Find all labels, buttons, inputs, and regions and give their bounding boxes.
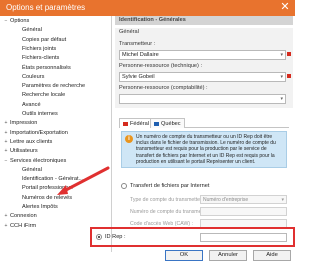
tree-item-label: Avancé: [22, 101, 41, 108]
ressource-tech-value: Sylvie Gobeil: [122, 74, 155, 80]
transfert-label: Transfert de fichiers par Internet: [130, 183, 210, 189]
tab-quebec-label: Québec: [161, 121, 181, 127]
radio-id-rep[interactable]: [96, 234, 102, 240]
expand-icon[interactable]: +: [3, 147, 9, 155]
radio-transfert[interactable]: [121, 183, 127, 189]
tree-item-label: Paramètres de recherche: [22, 83, 86, 90]
options-tree: − Options Général Copies par défaut Fichiers…: [2, 16, 112, 252]
tree-item-label: Alertes Impôts: [22, 204, 58, 210]
chevron-down-icon: ▾: [280, 96, 283, 102]
expand-icon[interactable]: +: [3, 119, 9, 127]
info-icon: i: [125, 135, 133, 143]
collapse-icon[interactable]: −: [3, 157, 9, 165]
tree-item-label: Lettre aux clients: [10, 138, 53, 145]
numero-compte-input[interactable]: [200, 207, 287, 216]
collapse-icon[interactable]: −: [3, 17, 9, 25]
tree-item-label: Outils internes: [22, 111, 58, 117]
title-bar: Options et paramètres ✕: [0, 0, 295, 16]
ressource-tech-label: Personne-ressource (technique) :: [119, 63, 203, 69]
jurisdiction-tabs: Fédéral Québec: [119, 118, 289, 128]
tree-item-label: Importation/Exportation: [10, 129, 68, 136]
ok-button[interactable]: OK: [165, 250, 203, 261]
section-general-label: Général: [119, 29, 139, 35]
chevron-down-icon: ▾: [281, 197, 284, 203]
tree-item-label: Général: [22, 166, 42, 173]
tree-item-label: Portail professionnel: [22, 185, 73, 192]
transmetteur-label: Transmetteur :: [119, 41, 156, 47]
tree-item-label: Connexion: [10, 213, 37, 220]
ressource-compta-label: Personne-ressource (comptabilité) :: [119, 85, 208, 91]
tree-item-label: Impression: [10, 120, 38, 127]
tree-item-label: Couleurs: [22, 73, 45, 80]
window-title: Options et paramètres: [6, 3, 86, 12]
id-rep-label: ID Rep :: [105, 234, 126, 240]
panel-title: Identification - Générales: [119, 17, 186, 23]
tree-item-label: CCH iFirm: [10, 222, 37, 229]
type-compte-select[interactable]: Numéro d'entreprise ▾: [200, 195, 287, 204]
chevron-down-icon: ▾: [280, 52, 283, 58]
id-rep-input[interactable]: [200, 233, 287, 242]
type-compte-value: Numéro d'entreprise: [203, 197, 249, 203]
tree-item-label: Copies par défaut: [22, 36, 67, 43]
chevron-down-icon: ▾: [280, 74, 283, 80]
tree-item-label: Services électroniques: [10, 157, 67, 164]
expand-icon[interactable]: +: [3, 138, 9, 146]
ressource-compta-select[interactable]: ▾: [119, 94, 286, 104]
required-flag-icon: [287, 74, 291, 78]
tree-item-label: Général: [22, 27, 42, 34]
required-flag-icon: [287, 52, 291, 56]
tree-divider: [111, 16, 112, 252]
info-box: i Un numéro de compte du transmetteur ou…: [121, 131, 287, 168]
expand-icon[interactable]: +: [3, 222, 9, 230]
transmetteur-select[interactable]: Michel Dallaire ▾: [119, 50, 286, 60]
expand-icon[interactable]: +: [3, 212, 9, 220]
tab-federal-label: Fédéral: [130, 121, 149, 127]
tree-item-label: Utilisateurs: [10, 148, 38, 155]
tree-item-label: Identification - Générat...: [22, 176, 84, 183]
panel-header: Identification - Générales: [115, 16, 293, 25]
tree-item-label: États personnalisés: [22, 64, 71, 71]
expand-icon[interactable]: +: [3, 129, 9, 137]
tree-item-label: Numéros de relevés: [22, 194, 73, 201]
quebec-flag-icon: [154, 121, 159, 126]
canada-flag-icon: [123, 121, 128, 126]
tree-item-label: Fichiers-clients: [22, 55, 60, 62]
tree-item-label: Options: [10, 18, 30, 24]
type-compte-label: Type de compte du transmetteur :: [130, 197, 208, 203]
close-icon[interactable]: ✕: [279, 1, 291, 13]
tree-item-label: Recherche locale: [22, 92, 66, 99]
help-button[interactable]: Aide: [253, 250, 291, 261]
transmetteur-value: Michel Dallaire: [122, 52, 159, 58]
tree-item-label: Fichiers joints: [22, 45, 57, 52]
cancel-button[interactable]: Annuler: [209, 250, 247, 261]
info-text: Un numéro de compte du transmetteur ou u…: [136, 134, 276, 165]
tab-quebec[interactable]: Québec: [150, 118, 185, 128]
ressource-tech-select[interactable]: Sylvie Gobeil ▾: [119, 72, 286, 82]
tab-federal[interactable]: Fédéral: [119, 118, 153, 128]
